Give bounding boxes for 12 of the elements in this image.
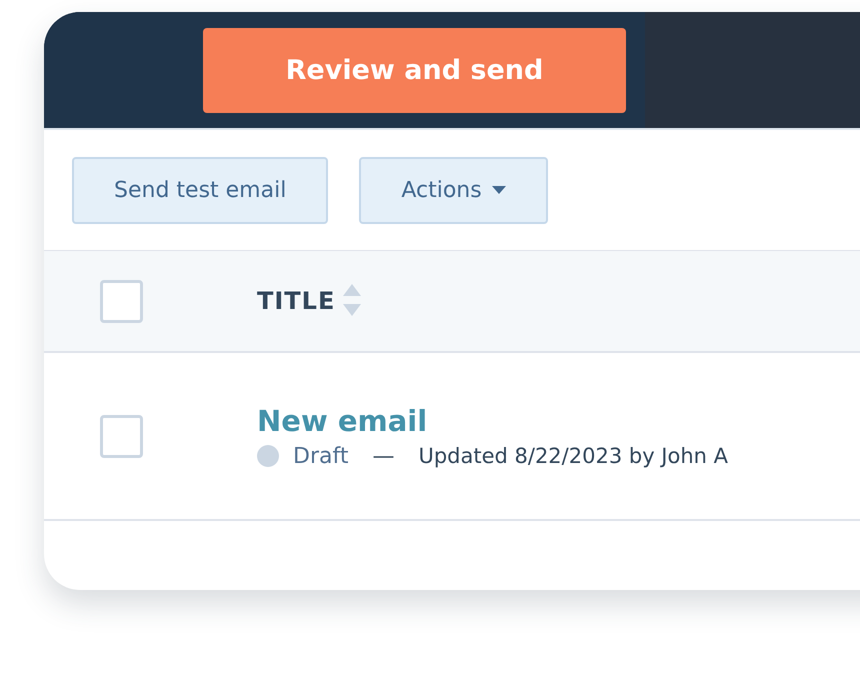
send-test-button[interactable]: Send test email xyxy=(72,156,328,224)
row-checkbox[interactable] xyxy=(100,414,143,458)
select-all-checkbox[interactable] xyxy=(100,280,143,322)
review-and-send-button[interactable]: Review and send xyxy=(203,28,626,112)
sort-icon[interactable] xyxy=(343,284,362,318)
separator: — xyxy=(372,444,394,468)
caret-icon xyxy=(492,186,506,194)
status-label: Draft xyxy=(293,444,348,468)
column-header[interactable]: TITLE xyxy=(257,287,336,315)
email-title-link[interactable]: New email xyxy=(257,404,428,438)
updated-info: Updated 8/22/2023 by John A xyxy=(418,444,728,468)
actions-dropdown[interactable]: Actions xyxy=(359,156,548,224)
